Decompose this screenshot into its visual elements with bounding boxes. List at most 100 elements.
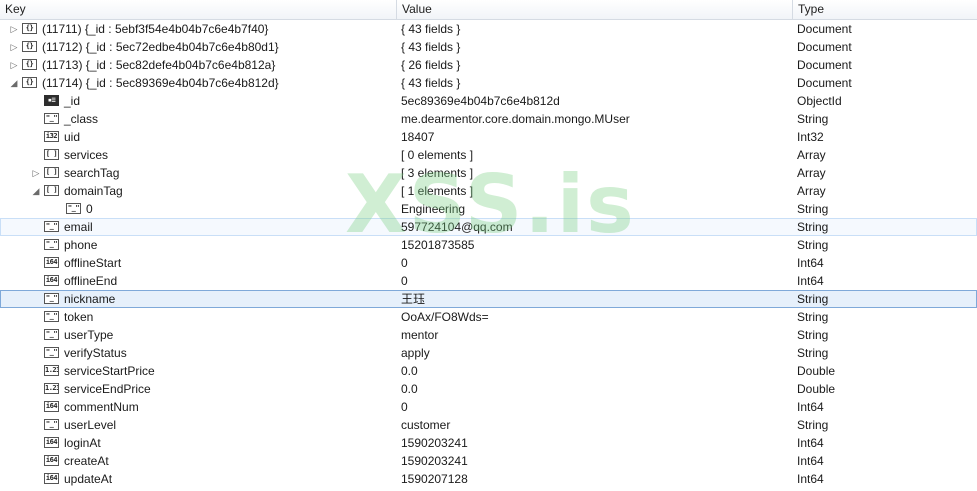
column-header: Key Value Type xyxy=(0,0,977,20)
key-label: searchTag xyxy=(64,166,120,180)
key-cell: "_" token xyxy=(0,308,396,326)
type-cell: Int64 xyxy=(797,400,824,414)
key-label: commentNum xyxy=(64,400,139,414)
type-cell: Int64 xyxy=(797,274,824,288)
key-cell: "_" _class xyxy=(0,110,396,128)
key-cell: "_" verifyStatus xyxy=(0,344,396,362)
tree-row[interactable]: "_" phone 15201873585 String xyxy=(0,236,977,254)
string-icon: "_" xyxy=(44,329,59,340)
key-cell: i64 createAt xyxy=(0,452,396,470)
tree-row[interactable]: i32 uid 18407 Int32 xyxy=(0,128,977,146)
tree-row[interactable]: ▷[ ] searchTag [ 3 elements ] Array xyxy=(0,164,977,182)
key-cell: i64 offlineEnd xyxy=(0,272,396,290)
key-label: domainTag xyxy=(64,184,123,198)
value-cell: 0.0 xyxy=(401,382,418,396)
key-cell: "_" phone xyxy=(0,236,396,254)
tree-row[interactable]: "_" userLevel customer String xyxy=(0,416,977,434)
tree-row[interactable]: i64 loginAt 1590203241 Int64 xyxy=(0,434,977,452)
type-cell: Int64 xyxy=(797,472,824,486)
key-cell: ▷{} (11712) {_id : 5ec72edbe4b04b7c6e4b80… xyxy=(0,38,396,56)
type-cell: String xyxy=(797,220,829,234)
expand-arrow-icon[interactable]: ▷ xyxy=(30,164,42,182)
tree-row[interactable]: 1.23 serviceEndPrice 0.0 Double xyxy=(0,380,977,398)
type-cell: String xyxy=(797,292,829,306)
array-icon: [ ] xyxy=(44,149,59,160)
key-column-header[interactable]: Key xyxy=(0,0,396,19)
value-cell: [ 3 elements ] xyxy=(401,166,474,180)
type-cell: String xyxy=(797,238,829,252)
value-cell: [ 1 elements ] xyxy=(401,184,474,198)
tree-row[interactable]: [ ] services [ 0 elements ] Array xyxy=(0,146,977,164)
value-cell: { 43 fields } xyxy=(401,22,461,36)
tree-row[interactable]: ▷{} (11711) {_id : 5ebf3f54e4b04b7c6e4b7f… xyxy=(0,20,977,38)
key-label: offlineStart xyxy=(64,256,122,270)
collapse-arrow-icon[interactable]: ◢ xyxy=(30,182,42,200)
key-cell: "_" email xyxy=(0,218,396,236)
value-cell: { 26 fields } xyxy=(401,58,461,72)
tree-row[interactable]: ▷{} (11712) {_id : 5ec72edbe4b04b7c6e4b80… xyxy=(0,38,977,56)
type-column-header[interactable]: Type xyxy=(793,0,977,19)
key-label: (11711) {_id : 5ebf3f54e4b04b7c6e4b7f40} xyxy=(42,22,269,36)
objectid-icon: ▪≡ xyxy=(44,95,59,106)
string-icon: "_" xyxy=(44,311,59,322)
array-icon: [ ] xyxy=(44,167,59,178)
string-icon: "_" xyxy=(44,221,59,232)
type-cell: ObjectId xyxy=(797,94,842,108)
string-icon: "_" xyxy=(44,293,59,304)
value-column-header[interactable]: Value xyxy=(397,0,792,19)
key-label: nickname xyxy=(64,292,116,306)
tree-row[interactable]: ◢{} (11714) {_id : 5ec89369e4b04b7c6e4b81… xyxy=(0,74,977,92)
key-label: createAt xyxy=(64,454,109,468)
value-cell: mentor xyxy=(401,328,439,342)
key-label: offlineEnd xyxy=(64,274,118,288)
tree-row[interactable]: "_" email 597724104@qq.com String xyxy=(0,218,977,236)
value-cell: 15201873585 xyxy=(401,238,475,252)
key-cell: ▷{} (11713) {_id : 5ec82defe4b04b7c6e4b81… xyxy=(0,56,396,74)
key-label: (11713) {_id : 5ec82defe4b04b7c6e4b812a} xyxy=(42,58,276,72)
type-cell: Array xyxy=(797,184,826,198)
key-cell: i32 uid xyxy=(0,128,396,146)
value-cell: 1590203241 xyxy=(401,454,468,468)
tree-row[interactable]: i64 updateAt 1590207128 Int64 xyxy=(0,470,977,488)
tree-row[interactable]: "_" verifyStatus apply String xyxy=(0,344,977,362)
tree-row[interactable]: ▪≡ _id 5ec89369e4b04b7c6e4b812d ObjectId xyxy=(0,92,977,110)
type-cell: Int64 xyxy=(797,256,824,270)
tree-row[interactable]: i64 offlineStart 0 Int64 xyxy=(0,254,977,272)
key-cell: ▷[ ] searchTag xyxy=(0,164,396,182)
tree-row[interactable]: "_" userType mentor String xyxy=(0,326,977,344)
expand-arrow-icon[interactable]: ▷ xyxy=(8,38,20,56)
type-cell: String xyxy=(797,346,829,360)
value-cell: 0 xyxy=(401,256,408,270)
tree-row[interactable]: i64 offlineEnd 0 Int64 xyxy=(0,272,977,290)
value-cell: 597724104@qq.com xyxy=(401,220,513,234)
document-icon: {} xyxy=(22,41,37,52)
string-icon: "_" xyxy=(44,347,59,358)
tree-row[interactable]: 1.23 serviceStartPrice 0.0 Double xyxy=(0,362,977,380)
tree-row[interactable]: "_" nickname 王珏 String xyxy=(0,290,977,308)
tree-row[interactable]: "_" _class me.dearmentor.core.domain.mongo… xyxy=(0,110,977,128)
expand-arrow-icon[interactable]: ▷ xyxy=(8,20,20,38)
key-label: 0 xyxy=(86,202,93,216)
type-cell: Int64 xyxy=(797,436,824,450)
type-cell: String xyxy=(797,328,829,342)
tree-row[interactable]: i64 createAt 1590203241 Int64 xyxy=(0,452,977,470)
key-cell: 1.23 serviceStartPrice xyxy=(0,362,396,380)
tree-row[interactable]: ◢[ ] domainTag [ 1 elements ] Array xyxy=(0,182,977,200)
key-label: userType xyxy=(64,328,114,342)
expand-arrow-icon[interactable]: ▷ xyxy=(8,56,20,74)
key-label: serviceStartPrice xyxy=(64,364,155,378)
tree-row[interactable]: ▷{} (11713) {_id : 5ec82defe4b04b7c6e4b81… xyxy=(0,56,977,74)
key-label: updateAt xyxy=(64,472,113,486)
key-cell: ◢{} (11714) {_id : 5ec89369e4b04b7c6e4b81… xyxy=(0,74,396,92)
tree-row[interactable]: i64 commentNum 0 Int64 xyxy=(0,398,977,416)
tree-row[interactable]: "_" 0 Engineering String xyxy=(0,200,977,218)
key-cell: 1.23 serviceEndPrice xyxy=(0,380,396,398)
int32-icon: i32 xyxy=(44,131,59,142)
value-cell: customer xyxy=(401,418,451,432)
type-cell: Double xyxy=(797,364,836,378)
tree-row[interactable]: "_" token OoAx/FO8Wds= String xyxy=(0,308,977,326)
document-icon: {} xyxy=(22,23,37,34)
int64-icon: i64 xyxy=(44,257,59,268)
key-cell: i64 loginAt xyxy=(0,434,396,452)
collapse-arrow-icon[interactable]: ◢ xyxy=(8,74,20,92)
